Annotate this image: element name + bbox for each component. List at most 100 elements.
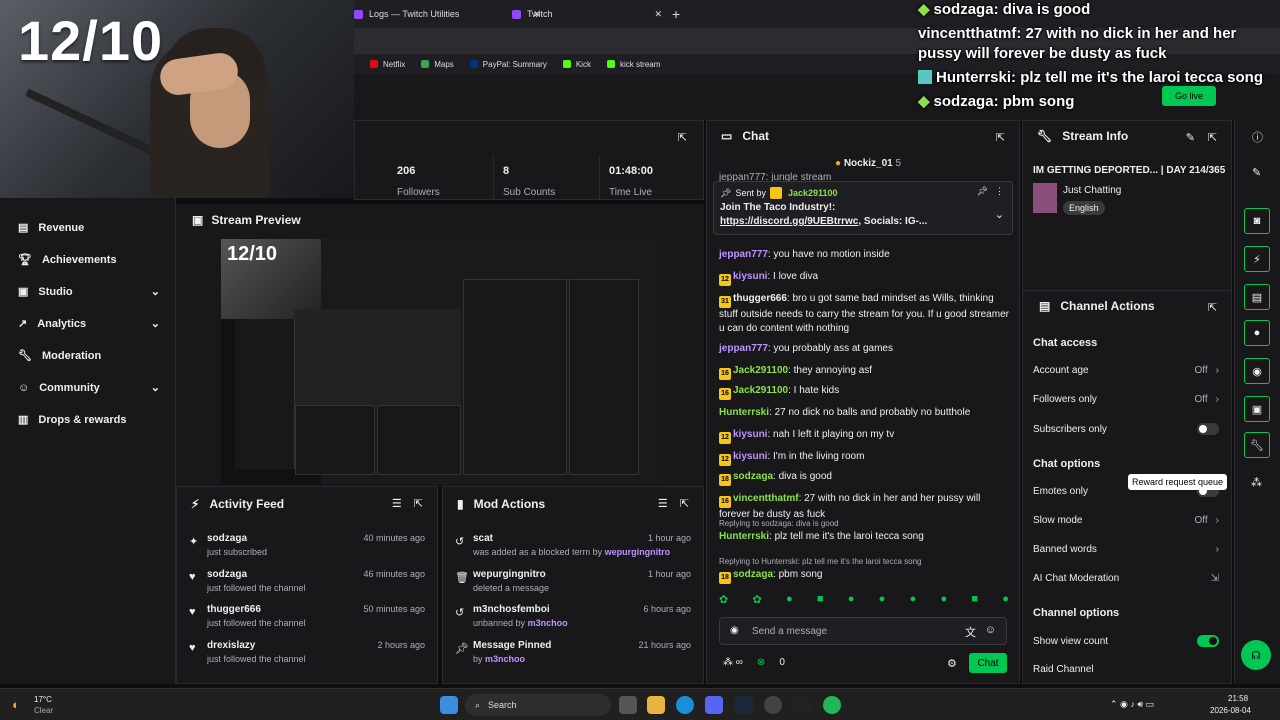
emote-icon[interactable]: ● [910,593,917,606]
show-view-count-toggle[interactable] [1197,635,1219,647]
popout-icon[interactable]: ⇱ [680,497,689,510]
help-button[interactable]: ☊ [1241,640,1271,670]
bookmark-maps[interactable]: Maps [421,60,454,69]
nav-item-studio[interactable]: ▣ Studio ⌄ [18,285,160,299]
chat-username[interactable]: vincentthatmf [733,493,799,504]
pinned-link[interactable]: https://discord.gg/9UEBtrrwc [720,216,858,227]
popout-icon[interactable]: ⇱ [1208,301,1217,314]
popout-icon[interactable]: ⇱ [678,131,687,144]
clipboard-action-button[interactable]: ▤ [1244,284,1270,310]
discord-icon[interactable] [705,696,723,714]
channel-points-icon[interactable]: ⁂ ∞ [723,657,743,668]
chat-message: 16 Jack291100: they annoying asf [719,364,1009,380]
obs-icon[interactable] [764,696,782,714]
camera-action-button[interactable]: ◙ [1244,208,1270,234]
chat-username[interactable]: thugger666 [733,293,787,304]
emote-icon[interactable]: ● [879,593,886,606]
drops-icon: ▥ [18,414,29,426]
taskbar-search[interactable]: ⌕ Search [465,694,611,716]
nav-item-drops[interactable]: ▥ Drops & rewards [18,413,160,427]
emote-icon[interactable]: ✿ [719,593,728,606]
pin-icon: 📌︎ [455,643,469,655]
community-icon: ☺ [18,381,30,394]
emoji-icon[interactable]: ☺ [985,624,996,636]
chat-username[interactable]: kiysuni [733,451,767,462]
chat-settings-icon[interactable]: ⚙ [947,657,957,670]
chat-username[interactable]: Hunterrski [719,531,769,542]
edge-icon[interactable] [676,696,694,714]
chat-username[interactable]: kiysuni [733,429,767,440]
banned-words-row[interactable]: Banned words › [1033,544,1219,555]
shield-action-button[interactable]: ▣ [1244,396,1270,422]
edit-icon[interactable]: ✎ [1186,131,1195,144]
chat-username[interactable]: sodzaga [733,569,773,580]
bookmark-kick-stream[interactable]: kick stream [606,60,660,69]
more-options-icon[interactable]: ⋮ [995,186,1004,197]
chat-username[interactable]: sodzaga [733,471,773,482]
emote-icon[interactable]: ● [786,593,793,606]
emote-icon[interactable]: ● [940,593,947,606]
chat-username[interactable]: Hunterrski [719,407,769,418]
chat-panel: ▭ Chat ⇱ ● Nockiz_01 5 jeppan777: jungle … [706,120,1020,684]
pinned-message[interactable]: 📌︎ Sent by Jack291100 📌︎ ⋮ Join The Taco … [713,181,1013,235]
translate-icon[interactable]: 文 [965,624,976,640]
chat-username[interactable]: Jack291100 [733,385,788,396]
emote-icon[interactable]: ■ [817,593,824,606]
close-tab-icon[interactable]: ✕ [655,9,663,20]
chat-username[interactable]: Jack291100 [733,365,788,376]
emote-icon[interactable]: ✿ [752,593,761,606]
weather-desc: Clear [34,706,54,715]
preview-title: Stream Preview [211,213,301,227]
filter-icon[interactable]: ☰ [658,497,668,510]
popout-icon[interactable]: ⇱ [1208,131,1217,144]
spotify-icon[interactable] [823,696,841,714]
emote-icon[interactable]: ● [848,593,855,606]
info-icon[interactable]: ⓘ [1252,129,1263,145]
unpin-icon[interactable]: 📌︎ [977,186,988,197]
subscribers-only-toggle[interactable] [1197,423,1219,435]
new-tab-icon[interactable]: + [672,4,680,24]
nav-item-analytics[interactable]: ↗ Analytics ⌄ [18,317,160,331]
file-explorer-icon[interactable] [647,696,665,714]
mod-actions-title: Mod Actions [473,497,546,511]
ai-moderation-row[interactable]: AI Chat Moderation ⇲ [1033,573,1219,584]
task-view-icon[interactable] [619,696,637,714]
tooltip-reward-queue: Reward request queue [1128,474,1228,490]
nav-item-community[interactable]: ☺ Community ⌄ [18,381,160,395]
bookmark-netflix[interactable]: Netflix [370,60,405,69]
stream-preview-video[interactable]: 12/10 [221,239,658,485]
nav-item-revenue[interactable]: ▤ Revenue [18,221,160,235]
start-icon[interactable] [440,696,458,714]
raid-channel-row[interactable]: Raid Channel [1033,664,1219,675]
edit-icon[interactable]: ✎ [1252,166,1261,179]
nav-item-moderation[interactable]: 🔧︎ Moderation [18,349,160,363]
nav-item-achievements[interactable]: 🏆︎ Achievements [18,253,160,267]
chat-username[interactable]: jeppan777 [719,249,768,260]
broadcast-action-button[interactable]: ◉ [1244,358,1270,384]
stream-category: Just Chatting [1063,185,1122,196]
bookmark-kick[interactable]: Kick [562,60,591,69]
emote-icon[interactable]: ● [1002,593,1009,606]
chevron-down-icon[interactable]: ⌄ [995,208,1004,221]
chat-input[interactable]: ◉ Send a message 文 ☺ [719,617,1007,645]
browser-tab-twitch[interactable]: Twitch ✕ [512,4,662,24]
steam-icon[interactable] [735,696,753,714]
chat-username[interactable]: jeppan777 [719,343,768,354]
tray-icons[interactable]: ⌃ ◉ ♪ 🔊︎ ▭ [1110,699,1154,710]
reward-queue-icon[interactable]: ⁂ [1251,476,1262,489]
emote-icon[interactable]: ■ [971,593,978,606]
chat-username[interactable]: kiysuni [733,271,767,282]
chat-action-button[interactable]: ● [1244,320,1270,346]
wrench-action-button[interactable]: 🔧︎ [1244,432,1270,458]
bolt-action-button[interactable]: ⚡︎ [1244,246,1270,272]
popout-icon[interactable]: ⇱ [996,131,1005,144]
terminal-icon[interactable] [793,696,811,714]
filter-icon[interactable]: ☰ [392,497,402,510]
account-age-row[interactable]: Account age Off › [1033,365,1219,376]
followers-only-row[interactable]: Followers only Off › [1033,394,1219,405]
slow-mode-row[interactable]: Slow mode Off › [1033,515,1219,526]
go-live-button[interactable]: Go live [1162,86,1216,106]
bookmark-paypal[interactable]: PayPal: Summary [469,60,547,69]
popout-icon[interactable]: ⇱ [414,497,423,510]
chat-send-button[interactable]: Chat [969,653,1007,673]
